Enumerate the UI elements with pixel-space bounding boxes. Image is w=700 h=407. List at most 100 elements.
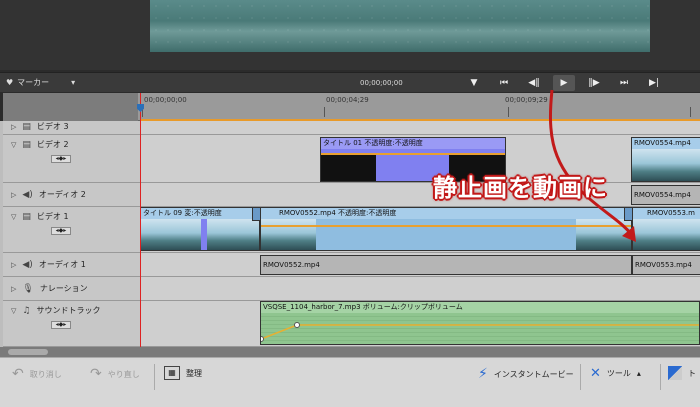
track-label: ナレーション [39,284,88,293]
track-label: サウンドトラック [36,306,101,315]
title-overlay [201,219,207,250]
toolbar-divider [580,364,581,390]
ruler-tick [508,107,509,117]
toolbar-divider [660,364,661,390]
track-header-narration[interactable]: ▷ 🎙 ナレーション [3,277,140,301]
clip-title: VSQSE_1104_harbor_7.mp3 ボリューム:クリップボリューム [261,302,699,313]
collapse-icon[interactable]: ▽ [11,213,16,221]
clip-thumb [141,219,259,250]
speaker-icon: ◀) [22,259,33,270]
track-header-video3[interactable]: ▷ ▤ ビデオ 3 [3,121,140,135]
annotation-text: 静止画を動画に [433,174,608,202]
expand-icon[interactable]: ▷ [11,123,16,131]
editor-window: ♥ マーカー ▾ 00;00;00;00 ▼ ⏮ ◀‖ ▶ ‖▶ ⏭ ▶| 00… [0,0,700,407]
track-header-audio2[interactable]: ▷ ◀) オーディオ 2 [3,183,140,207]
organize-button[interactable]: ▦ 整理 [164,366,202,380]
scrollbar-thumb[interactable] [8,349,48,355]
ruler-tick [324,107,325,117]
track-lane-narration[interactable] [140,277,700,301]
current-time-indicator[interactable] [140,93,141,347]
expand-icon[interactable]: ▷ [11,261,16,269]
ruler-tc-mid: 00;00;04;29 [326,96,369,104]
track-header-audio1[interactable]: ▷ ◀) オーディオ 1 [3,253,140,277]
preview-monitor [0,0,700,70]
marker-add-icon[interactable]: ▼ [463,75,485,91]
clip-title: RMOV0552.mp4 [263,261,320,269]
undo-label: 取り消し [29,369,62,379]
volume-line[interactable] [261,313,700,345]
undo-icon: ↶ [12,366,24,382]
step-forward-icon[interactable]: ‖▶ [583,75,605,91]
toolbar-divider [154,364,155,390]
tools-button[interactable]: ✕ ツール ▴ [590,366,641,381]
marker-label: マーカー [17,78,50,87]
clip-title: タイトル 01 不透明度:不透明度 [321,138,505,149]
clip-thumb [321,154,376,181]
go-to-start-icon[interactable]: ⏮ [493,75,515,91]
track-header-video1[interactable]: ▽ ▤ ビデオ 1 ◂◆▸ [3,207,140,253]
instant-movie-button[interactable]: ⚡ インスタントムービー [478,366,574,382]
chevron-down-icon: ▾ [71,78,76,87]
collapse-icon[interactable]: ▽ [11,141,16,149]
ruler-header [3,93,138,121]
title09-clip[interactable]: タイトル 09 変:不透明度 [140,207,260,251]
tools-label: ツール [606,369,631,378]
organize-icon: ▦ [164,366,180,380]
track-label: オーディオ 2 [38,190,86,199]
next-marker-icon[interactable]: ▶| [643,75,665,91]
soundtrack-clip[interactable]: VSQSE_1104_harbor_7.mp3 ボリューム:クリップボリューム [260,301,700,345]
music-note-icon: ♫ [22,305,31,316]
film-icon: ▤ [22,211,31,222]
waveform [261,313,699,344]
track-label: ビデオ 3 [36,122,69,131]
instant-movie-label: インスタントムービー [493,369,574,379]
transitions-label: ト [688,368,696,378]
redo-label: やり直し [107,369,140,379]
microphone-icon: 🎙 [22,283,34,294]
current-timecode: 00;00;00;00 [360,79,403,87]
keyframe-nav[interactable]: ◂◆▸ [51,321,71,329]
film-icon: ▤ [22,121,31,132]
transport-controls: ▼ ⏮ ◀‖ ▶ ‖▶ ⏭ ▶| [463,75,665,91]
go-to-end-icon[interactable]: ⏭ [613,75,635,91]
track-label: オーディオ 1 [38,260,86,269]
speaker-icon: ◀) [22,189,33,200]
lightning-icon: ⚡ [478,366,488,382]
clip-title: RMOV0553.mp4 [635,261,692,269]
track-label: ビデオ 2 [36,140,69,149]
transition-icon [668,366,682,380]
rmov0552-audio-clip[interactable]: RMOV0552.mp4 [260,255,632,275]
redo-icon: ↷ [90,366,102,382]
undo-button[interactable]: ↶ 取り消し [12,366,62,382]
marker-menu[interactable]: ♥ マーカー ▾ [6,77,75,88]
collapse-icon[interactable]: ▽ [11,307,16,315]
track-lane-audio1[interactable]: RMOV0552.mp4 RMOV0553.mp4 [140,253,700,277]
keyframe-nav[interactable]: ◂◆▸ [51,155,71,163]
organize-label: 整理 [186,368,202,378]
transitions-button[interactable]: ト [668,366,696,380]
bottom-toolbar: ↶ 取り消し ↷ やり直し ▦ 整理 ⚡ インスタントムービー ✕ ツール ▴ … [0,357,700,407]
track-header-video2[interactable]: ▽ ▤ ビデオ 2 ◂◆▸ [3,135,140,183]
opacity-line[interactable] [321,153,505,155]
ruler-tick [690,107,691,117]
timeline-scrollbar[interactable] [0,347,700,357]
expand-icon[interactable]: ▷ [11,191,16,199]
ruler-tc-start: 00;00;00;00 [144,96,187,104]
marker-icon: ♥ [6,78,14,87]
clip-thumb [261,219,316,250]
play-button[interactable]: ▶ [553,75,575,91]
keyframe-nav[interactable]: ◂◆▸ [51,227,71,235]
rmov0553-audio-clip[interactable]: RMOV0553.mp4 [632,255,700,275]
safe-area-grid [150,0,650,52]
track-header-soundtrack[interactable]: ▽ ♫ サウンドトラック ◂◆▸ [3,301,140,347]
film-icon: ▤ [22,139,31,150]
clip-title: タイトル 09 変:不透明度 [141,208,259,219]
track-lane-soundtrack[interactable]: VSQSE_1104_harbor_7.mp3 ボリューム:クリップボリューム [140,301,700,347]
track-label: ビデオ 1 [36,212,69,221]
step-back-icon[interactable]: ◀‖ [523,75,545,91]
chevron-up-icon: ▴ [636,369,641,378]
transport-bar: ♥ マーカー ▾ 00;00;00;00 ▼ ⏮ ◀‖ ▶ ‖▶ ⏭ ▶| [0,72,700,92]
wrench-icon: ✕ [590,366,601,381]
redo-button[interactable]: ↷ やり直し [90,366,140,382]
expand-icon[interactable]: ▷ [11,285,16,293]
